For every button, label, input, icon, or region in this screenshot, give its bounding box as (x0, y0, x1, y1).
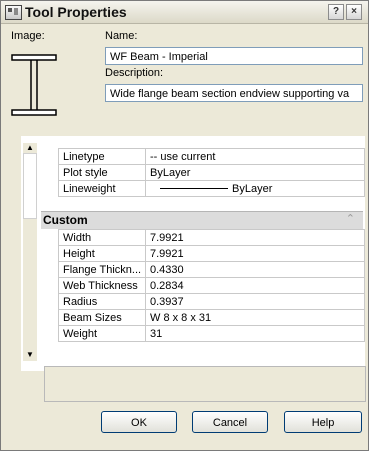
property-value[interactable]: 0.3937 (145, 293, 365, 310)
cancel-button[interactable]: Cancel (192, 411, 268, 433)
help-button[interactable]: Help (284, 411, 362, 433)
table-row[interactable]: Width 7.9921 (58, 229, 365, 246)
property-value[interactable]: 7.9921 (145, 229, 365, 246)
property-name: Height (58, 245, 146, 262)
help-title-button[interactable]: ? (328, 4, 344, 20)
property-name: Web Thickness (58, 277, 146, 294)
description-label: Description: (105, 67, 164, 79)
title-bar: Tool Properties ? × (1, 1, 368, 24)
table-row[interactable]: Plot style ByLayer (58, 164, 365, 181)
table-row[interactable]: Lineweight ByLayer (58, 180, 365, 197)
scroll-thumb[interactable] (23, 153, 37, 219)
table-row[interactable]: Beam Sizes W 8 x 8 x 31 (58, 309, 365, 326)
table-row[interactable]: Weight 31 (58, 325, 365, 342)
table-row[interactable]: Flange Thickn... 0.4330 (58, 261, 365, 278)
table-row[interactable]: Height 7.9921 (58, 245, 365, 262)
property-value[interactable]: -- use current (145, 148, 365, 165)
name-label: Name: (105, 30, 138, 42)
custom-section-title: Custom (43, 213, 88, 227)
dialog-title: Tool Properties (25, 4, 127, 20)
close-button[interactable]: × (346, 4, 362, 20)
lineweight-value[interactable]: ByLayer (145, 180, 365, 197)
ibeam-image-icon (11, 54, 57, 116)
property-name: Radius (58, 293, 146, 310)
properties-scrollbar[interactable]: ▲ ▼ (23, 143, 37, 361)
property-value: ByLayer (232, 182, 273, 195)
tool-properties-dialog: Tool Properties ? × Image: Name: WF Beam… (0, 0, 369, 451)
property-name: Beam Sizes (58, 309, 146, 326)
lineweight-sample (160, 188, 228, 190)
scroll-down-icon[interactable]: ▼ (23, 350, 37, 360)
custom-section-header[interactable]: Custom ⌃ (41, 211, 363, 229)
property-value[interactable]: 0.4330 (145, 261, 365, 278)
property-value[interactable]: ByLayer (145, 164, 365, 181)
property-name: Linetype (58, 148, 146, 165)
table-row[interactable]: Radius 0.3937 (58, 293, 365, 310)
custom-properties-table: Width 7.9921 Height 7.9921 Flange Thickn… (58, 229, 365, 342)
property-description-box (44, 366, 366, 402)
property-value[interactable]: W 8 x 8 x 31 (145, 309, 365, 326)
image-label: Image: (11, 30, 45, 42)
property-name: Weight (58, 325, 146, 342)
general-properties-table: Linetype -- use current Plot style ByLay… (58, 148, 365, 197)
table-row[interactable]: Linetype -- use current (58, 148, 365, 165)
property-name: Flange Thickn... (58, 261, 146, 278)
property-name: Width (58, 229, 146, 246)
property-value[interactable]: 31 (145, 325, 365, 342)
collapse-chevron-icon[interactable]: ⌃ (346, 212, 355, 225)
tool-properties-icon (5, 5, 22, 20)
ok-button[interactable]: OK (101, 411, 177, 433)
table-row[interactable]: Web Thickness 0.2834 (58, 277, 365, 294)
name-field[interactable]: WF Beam - Imperial (105, 47, 363, 65)
property-name: Plot style (58, 164, 146, 181)
description-field[interactable]: Wide flange beam section endview support… (105, 84, 363, 102)
scroll-up-icon[interactable]: ▲ (23, 143, 37, 153)
property-value[interactable]: 7.9921 (145, 245, 365, 262)
property-name: Lineweight (58, 180, 146, 197)
property-value[interactable]: 0.2834 (145, 277, 365, 294)
